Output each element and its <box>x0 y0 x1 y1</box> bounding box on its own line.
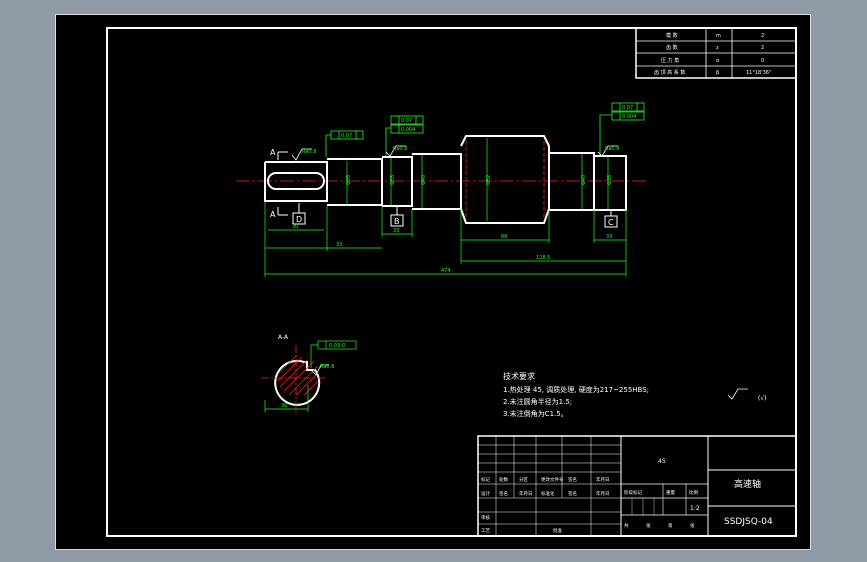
param-name-2: 齿 数 <box>666 44 678 51</box>
tb-sign: 签名 <box>568 476 577 483</box>
param-val-2: 2 <box>761 45 764 51</box>
dim-right-length: 128.5 <box>536 255 550 261</box>
tb-review: 审核 <box>481 514 490 521</box>
dia-label-5: Φ40 <box>581 175 587 185</box>
parameter-table: 模 数 m 2 齿 数 z 2 压 力 角 α 0 齿 顶 高 系 数 β 11… <box>635 27 797 79</box>
tb-process: 工艺 <box>481 528 490 534</box>
tech-line-2: 2.未注圆角半径为1.5; <box>503 397 572 406</box>
tb-drawing-no: SSDJSQ-04 <box>724 517 773 527</box>
section-label-bottom: A <box>270 210 276 219</box>
dia-label-4: Φ52 <box>486 175 492 185</box>
dia-label-3: Φ40 <box>421 175 427 185</box>
tb-approve: 批准 <box>553 527 562 534</box>
symmetry-tolerance: 0.03 D <box>329 343 346 349</box>
svg-text:D: D <box>296 215 302 224</box>
roughness-label-1: Ra0.8 <box>302 149 316 155</box>
tb-change-no: 更改文件号 <box>541 476 564 483</box>
param-name-1: 模 数 <box>666 32 678 39</box>
dim-keyway-length: 30 <box>292 224 298 230</box>
tb-designer: 设计 <box>481 490 490 497</box>
param-sym-4: β <box>716 70 719 76</box>
tb-sheet-2: 张 <box>690 522 695 529</box>
dim-seg-c: 33 <box>606 234 612 240</box>
svg-text:(√): (√) <box>758 395 767 402</box>
param-name-4: 齿 顶 高 系 数 <box>654 69 685 76</box>
param-sym-1: m <box>716 33 721 39</box>
dim-total-length: 474 <box>441 268 451 274</box>
datum-b: B <box>390 207 404 227</box>
tb-date: 年月日 <box>596 476 610 483</box>
tb-material: 45 <box>658 458 666 465</box>
datum-c: C <box>604 211 618 228</box>
dia-label-2: Φ35 <box>390 175 396 185</box>
svg-text:C: C <box>608 218 614 227</box>
tb-count: 处数 <box>499 476 508 483</box>
param-val-4: 11°18'36" <box>746 70 771 76</box>
tb-designer-date: 年月日 <box>519 490 533 497</box>
roughness-label-2: Ra0.8 <box>393 146 407 152</box>
section-label-top: A <box>270 148 276 157</box>
general-roughness: (√) <box>727 388 767 402</box>
section-dim: 30 <box>281 403 287 409</box>
tb-designer-sign: 签名 <box>499 490 508 497</box>
technical-requirements: 技术要求 1.热处理 45, 调质处理, 硬度为217~255HBS; 2.未注… <box>503 371 649 418</box>
tb-standard-date: 年月日 <box>596 490 610 497</box>
shaft-outline <box>264 135 627 224</box>
tb-zone: 分区 <box>519 476 528 483</box>
tb-total: 共 <box>624 522 629 529</box>
section-view: 30 0.03 D Ra0.8 <box>261 340 357 415</box>
flat-value-2: 0.004 <box>622 114 636 120</box>
dia-label-1: Φ35 <box>346 175 352 185</box>
param-sym-3: α <box>716 58 720 64</box>
param-val-3: 0 <box>761 58 764 64</box>
section-roughness: Ra0.8 <box>320 364 334 370</box>
tb-sheet-1: 张 <box>646 522 651 529</box>
tb-no: 第 <box>668 522 673 529</box>
dim-gear-width: 88 <box>501 234 507 240</box>
tb-standard: 标准化 <box>541 490 555 497</box>
param-sym-2: z <box>716 45 719 51</box>
title-block: 标记 处数 分区 更改文件号 签名 年月日 设计 签名 年月日 标准化 签名 年… <box>477 435 797 537</box>
svg-text:B: B <box>394 217 400 226</box>
tech-line-1: 1.热处理 45, 调质处理, 硬度为217~255HBS; <box>503 385 649 394</box>
dim-seg-b: 33 <box>393 228 399 234</box>
tb-part-name: 高速轴 <box>734 478 761 490</box>
tb-standard-sign: 签名 <box>568 490 577 497</box>
tb-scale: 1:2 <box>690 505 700 512</box>
tech-line-3: 3.未注倒角为C1.5。 <box>503 409 568 418</box>
datum-d: D <box>292 203 306 225</box>
runout-value-3: 0.07 <box>622 105 633 111</box>
dia-label-6: Φ35 <box>607 175 613 185</box>
dim-left-length: 33 <box>336 242 342 248</box>
cad-viewport[interactable]: 模 数 m 2 齿 数 z 2 压 力 角 α 0 齿 顶 高 系 数 β 11… <box>55 14 811 550</box>
tb-mark: 标记 <box>481 476 490 483</box>
tb-weight: 重量 <box>666 489 675 496</box>
length-dimensions <box>264 201 627 277</box>
flat-value-1: 0.004 <box>401 127 415 133</box>
tech-title: 技术要求 <box>503 371 535 381</box>
section-view-title: A-A <box>278 334 289 341</box>
param-val-1: 2 <box>761 33 764 39</box>
tb-stage: 阶段标记 <box>624 489 642 496</box>
drawing-canvas: 模 数 m 2 齿 数 z 2 压 力 角 α 0 齿 顶 高 系 数 β 11… <box>106 27 797 537</box>
drawing-frame <box>106 27 797 537</box>
roughness-label-3: Ra0.8 <box>605 146 619 152</box>
tb-scale-label: 比例 <box>689 489 698 496</box>
runout-value-2: 0.07 <box>401 118 412 124</box>
runout-value-1: 0.07 <box>341 133 352 139</box>
param-name-3: 压 力 角 <box>661 57 679 64</box>
